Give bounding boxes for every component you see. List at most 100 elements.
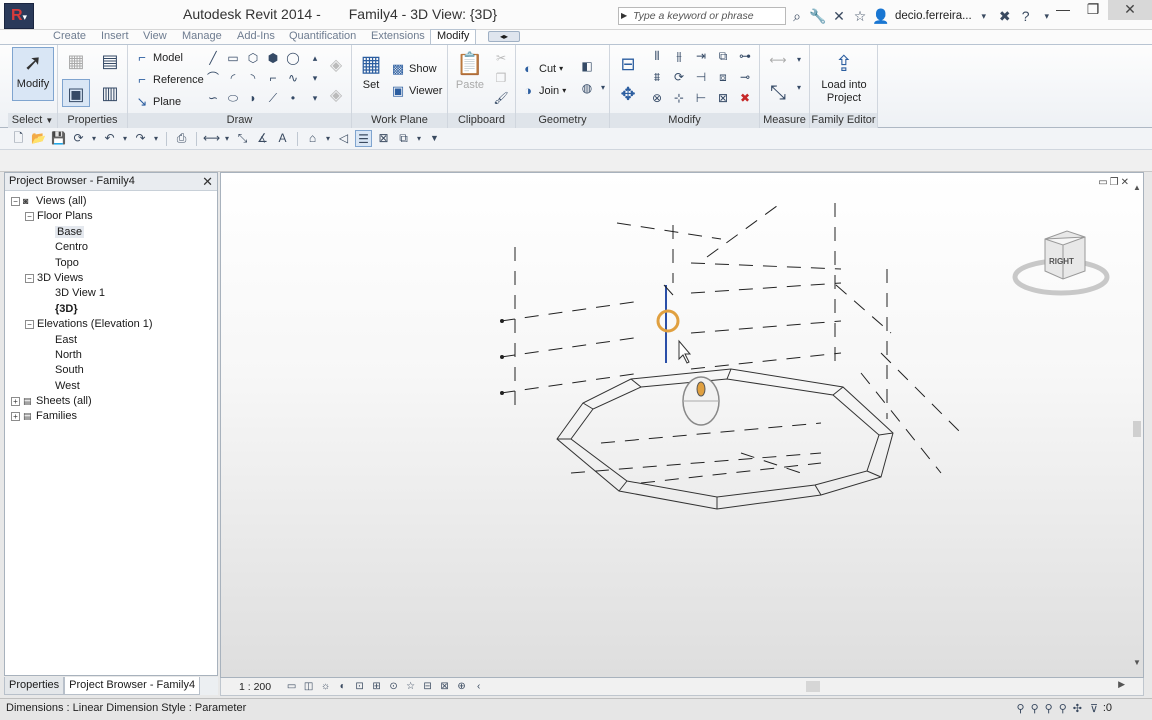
user-sign-in[interactable]: decio.ferreira...	[895, 10, 972, 22]
full-ellipse-icon[interactable]: ⬭	[224, 89, 242, 107]
rotate-icon[interactable]: ⟳	[670, 68, 688, 86]
binoculars-icon[interactable]: ⌕	[788, 7, 806, 25]
thin-lines-icon[interactable]: ☰	[355, 130, 372, 147]
tab-create[interactable]: Create	[53, 30, 86, 44]
array-icon[interactable]: ⩩	[648, 68, 666, 86]
split-element-icon[interactable]: ⊸	[736, 68, 754, 86]
pick-lines-icon[interactable]: ⟋	[264, 89, 282, 107]
tree-item[interactable]: {3D}	[5, 302, 217, 317]
tree-item[interactable]: + ▤ Sheets (all)	[5, 394, 217, 409]
family-types-icon[interactable]: ▣	[62, 79, 90, 107]
tab-insert[interactable]: Insert	[101, 30, 129, 44]
reveal-hidden-icon[interactable]: ⊟	[421, 680, 434, 693]
more-icon[interactable]: ▾	[306, 89, 324, 107]
tree-item[interactable]: Centro	[5, 240, 217, 255]
tab-extensions[interactable]: Extensions	[371, 30, 425, 44]
viewcube-face-label[interactable]: RIGHT	[1049, 257, 1074, 266]
text-icon[interactable]: A	[274, 130, 291, 147]
match-type-icon[interactable]: 🖌	[492, 89, 510, 107]
mirror-pick-icon[interactable]: ⫴	[648, 47, 666, 65]
start-end-arc-icon[interactable]: ⌒	[204, 69, 222, 87]
tree-item[interactable]: − Elevations (Elevation 1)	[5, 317, 217, 332]
tree-item[interactable]: South	[5, 363, 217, 378]
chevron-down-icon[interactable]: ▾	[415, 130, 423, 147]
redo-icon[interactable]: ↷	[132, 130, 149, 147]
section-icon[interactable]: ◁	[335, 130, 352, 147]
measure-distance-icon[interactable]: ⟷	[764, 51, 792, 69]
trim-icon[interactable]: ⊣	[692, 68, 710, 86]
subscription-icon[interactable]: 🔧	[809, 7, 827, 25]
unpin-icon[interactable]: ⊗	[648, 89, 666, 107]
copy-element-icon[interactable]: ⧉	[714, 47, 732, 65]
crop-view-icon[interactable]: ⊡	[353, 680, 366, 693]
tab-manage[interactable]: Manage	[182, 30, 222, 44]
customize-qat-icon[interactable]: ▼	[426, 130, 443, 147]
measure-qat-icon[interactable]: ⟷	[203, 130, 220, 147]
open-icon[interactable]: 📂	[30, 130, 47, 147]
tree-item[interactable]: − ◙ Views (all)	[5, 194, 217, 209]
scroll-down-icon[interactable]: ▼	[1133, 658, 1141, 667]
partial-ellipse-icon[interactable]: ◗	[244, 89, 262, 107]
exchange-apps-icon[interactable]: ✖	[996, 7, 1014, 25]
modify-button[interactable]: ➚ Modify	[12, 47, 54, 101]
communication-icon[interactable]: ✕	[830, 7, 848, 25]
scroll-up-icon[interactable]: ▲	[1133, 183, 1141, 192]
default-3d-view-icon[interactable]: ⌂	[304, 130, 321, 147]
paste-button[interactable]: 📋 Paste	[452, 49, 488, 91]
select-pinned-icon[interactable]: ⚲	[1045, 702, 1053, 715]
collapse-icon[interactable]: −	[11, 196, 20, 206]
pin-icon[interactable]: ⊠	[714, 89, 732, 107]
print-icon[interactable]: ⎙	[173, 130, 190, 147]
chevron-down-icon[interactable]: ▾	[223, 130, 231, 147]
lock-3d-view-icon[interactable]: ⊙	[387, 680, 400, 693]
tree-item[interactable]: −3D Views	[5, 271, 217, 286]
vertical-scrollbar[interactable]: ▲ ▼	[1131, 183, 1143, 667]
tab-view[interactable]: View	[143, 30, 167, 44]
tree-item[interactable]: Topo	[5, 256, 217, 271]
revit-app-menu-button[interactable]: R▾	[4, 3, 34, 29]
tree-item[interactable]: 3D View 1	[5, 286, 217, 301]
close-button[interactable]: ✕	[1108, 0, 1152, 20]
type-properties-icon[interactable]: ▥	[96, 79, 124, 107]
align-icon[interactable]: ⊟	[614, 49, 642, 79]
circumscribed-polygon-icon[interactable]: ⬢	[264, 49, 282, 67]
tree-item[interactable]: Base	[5, 225, 217, 240]
move-icon[interactable]: ✥	[614, 79, 642, 109]
chevron-down-icon[interactable]: ▾	[306, 69, 324, 87]
properties-icon[interactable]: ▦	[62, 47, 90, 75]
sun-path-icon[interactable]: ☼	[319, 680, 332, 693]
expand-icon[interactable]: +	[11, 396, 20, 406]
offset-icon[interactable]: ⇥	[692, 47, 710, 65]
draw-extrusion-tool[interactable]: ◈ ◈	[324, 51, 348, 104]
inscribed-polygon-icon[interactable]: ⬡	[244, 49, 262, 67]
save-icon[interactable]: 💾	[50, 130, 67, 147]
delete-icon[interactable]: ✖	[736, 89, 754, 107]
tree-item[interactable]: − Floor Plans	[5, 209, 217, 224]
tab-modify[interactable]: Modify	[430, 29, 477, 44]
cut-geometry-button[interactable]: ◐ Cut ▾	[520, 61, 563, 76]
collapse-icon[interactable]: −	[25, 319, 34, 329]
drag-elements-icon[interactable]: ✣	[1073, 702, 1082, 715]
trim-single-icon[interactable]: ⊢	[692, 89, 710, 107]
temporary-properties-icon[interactable]: ⊠	[438, 680, 451, 693]
point-icon[interactable]: •	[284, 89, 302, 107]
help-search-input[interactable]: Type a keyword or phrase	[618, 7, 786, 25]
tree-item[interactable]: East	[5, 333, 217, 348]
family-category-icon[interactable]: ▤	[96, 47, 124, 75]
show-work-plane-button[interactable]: ▩ Show	[390, 61, 437, 77]
scale-icon[interactable]: ⧈	[714, 68, 732, 86]
visual-style-icon[interactable]: ◫	[302, 680, 315, 693]
chevron-down-icon[interactable]: ▾	[794, 51, 804, 69]
tab-add-ins[interactable]: Add-Ins	[237, 30, 275, 44]
tab-project-browser[interactable]: Project Browser - Family4	[64, 677, 201, 695]
ribbon-minimize-toggle[interactable]: ◂▸	[488, 31, 520, 42]
chevron-down-icon[interactable]: ▾	[152, 130, 160, 147]
chevron-down-icon[interactable]: ▾	[794, 79, 804, 97]
ellipse-icon[interactable]: ∽	[204, 89, 222, 107]
shadows-icon[interactable]: ◐	[336, 680, 349, 693]
tab-quantification[interactable]: Quantification	[289, 30, 356, 44]
tree-item[interactable]: + ▤ Families	[5, 409, 217, 424]
sync-icon[interactable]: ⟳	[70, 130, 87, 147]
chevron-down-icon[interactable]: ▾	[121, 130, 129, 147]
set-work-plane-button[interactable]: ▦ Set	[356, 49, 386, 91]
